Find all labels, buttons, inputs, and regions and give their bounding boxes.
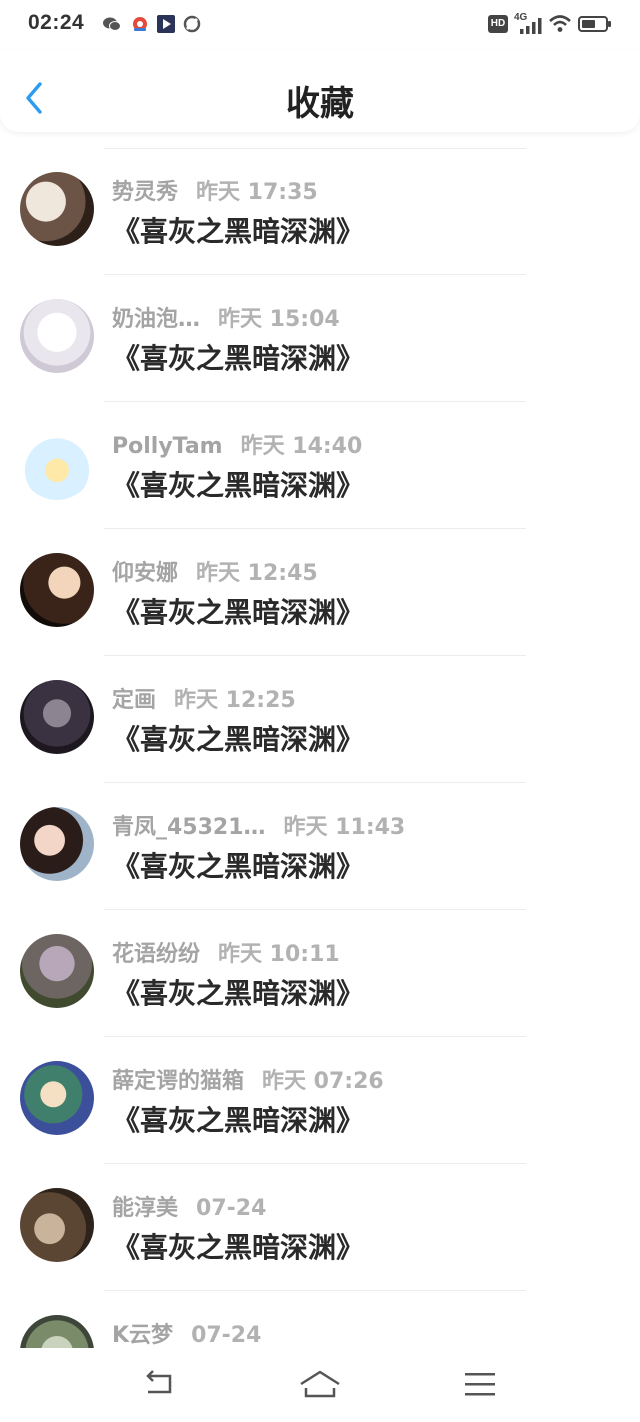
system-nav-bar [0, 1348, 640, 1422]
book-title[interactable]: 《喜灰之黑暗深渊》 [112, 464, 364, 504]
item-time: 昨天 07:26 [262, 1069, 384, 1094]
return-icon[interactable] [140, 1366, 180, 1402]
status-bar: 02:24 HD 4G [0, 0, 640, 50]
book-title[interactable]: 《喜灰之黑暗深渊》 [112, 1099, 364, 1139]
list-item[interactable]: 青凤_45321… 昨天 11:43 《喜灰之黑暗深渊》 [0, 783, 640, 910]
book-title[interactable]: 《喜灰之黑暗深渊》 [112, 972, 364, 1012]
item-time: 昨天 12:45 [196, 561, 318, 586]
page-header: 收藏 [0, 50, 640, 132]
item-time: 昨天 11:43 [283, 815, 406, 840]
user-name[interactable]: PollyTam [112, 434, 223, 459]
list-item[interactable]: K云梦 07-24 [0, 1291, 640, 1348]
user-name[interactable]: 势灵秀 [112, 180, 178, 205]
wifi-icon [549, 15, 571, 32]
list-item[interactable]: 奶油泡… 昨天 15:04 《喜灰之黑暗深渊》 [0, 275, 640, 402]
item-time: 07-24 [191, 1323, 262, 1348]
item-meta: 奶油泡… 昨天 15:04 [112, 301, 340, 333]
item-meta: 青凤_45321… 昨天 11:43 [112, 809, 405, 841]
item-time: 07-24 [196, 1196, 267, 1221]
avatar[interactable] [20, 680, 94, 754]
user-name[interactable]: 青凤_45321… [112, 815, 266, 840]
item-time: 昨天 14:40 [240, 434, 363, 459]
item-meta: 薛定谔的猫箱 昨天 07:26 [112, 1063, 384, 1095]
avatar[interactable] [20, 934, 94, 1008]
list-item[interactable]: 仰安娜 昨天 12:45 《喜灰之黑暗深渊》 [0, 529, 640, 656]
battery-icon [578, 16, 611, 32]
list-item[interactable]: 薛定谔的猫箱 昨天 07:26 《喜灰之黑暗深渊》 [0, 1037, 640, 1164]
status-time: 02:24 [28, 11, 85, 34]
item-time: 昨天 17:35 [196, 180, 318, 205]
list-item[interactable]: 能淳美 07-24 《喜灰之黑暗深渊》 [0, 1164, 640, 1291]
item-meta: K云梦 07-24 [112, 1317, 261, 1348]
hd-badge: HD [488, 15, 508, 33]
user-name[interactable]: 花语纷纷 [112, 942, 200, 967]
avatar[interactable] [20, 1188, 94, 1262]
item-time: 昨天 10:11 [218, 942, 340, 967]
item-meta: PollyTam 昨天 14:40 [112, 428, 362, 460]
sync-app-icon [183, 15, 201, 33]
user-name[interactable]: 定画 [112, 688, 156, 713]
home-icon[interactable] [298, 1366, 342, 1402]
avatar[interactable] [20, 1315, 94, 1348]
signal-icon [520, 18, 542, 34]
avatar[interactable] [20, 426, 94, 500]
avatar[interactable] [20, 172, 94, 246]
avatar[interactable] [20, 299, 94, 373]
book-title[interactable]: 《喜灰之黑暗深渊》 [112, 845, 364, 885]
list-item[interactable]: 定画 昨天 12:25 《喜灰之黑暗深渊》 [0, 656, 640, 783]
book-title[interactable]: 《喜灰之黑暗深渊》 [112, 210, 364, 250]
list-item[interactable]: 花语纷纷 昨天 10:11 《喜灰之黑暗深渊》 [0, 910, 640, 1037]
menu-icon[interactable] [462, 1366, 498, 1402]
user-name[interactable]: 能淳美 [112, 1196, 178, 1221]
item-meta: 仰安娜 昨天 12:45 [112, 555, 318, 587]
book-title[interactable]: 《喜灰之黑暗深渊》 [112, 1226, 364, 1266]
item-meta: 能淳美 07-24 [112, 1190, 266, 1222]
item-time: 昨天 15:04 [218, 307, 340, 332]
list-item[interactable]: PollyTam 昨天 14:40 《喜灰之黑暗深渊》 [0, 402, 640, 529]
item-time: 昨天 12:25 [174, 688, 296, 713]
book-title[interactable]: 《喜灰之黑暗深渊》 [112, 591, 364, 631]
app-red-icon [133, 17, 147, 31]
user-name[interactable]: 仰安娜 [112, 561, 178, 586]
book-title[interactable]: 《喜灰之黑暗深渊》 [112, 718, 364, 758]
item-meta: 势灵秀 昨天 17:35 [112, 174, 318, 206]
list-item[interactable]: 势灵秀 昨天 17:35 《喜灰之黑暗深渊》 [0, 148, 640, 275]
user-name[interactable]: 奶油泡… [112, 307, 200, 332]
avatar[interactable] [20, 807, 94, 881]
play-app-icon [157, 15, 175, 33]
wechat-icon [103, 17, 121, 31]
user-name[interactable]: 薛定谔的猫箱 [112, 1069, 244, 1094]
page-title: 收藏 [286, 84, 354, 124]
book-title[interactable]: 《喜灰之黑暗深渊》 [112, 337, 364, 377]
item-meta: 花语纷纷 昨天 10:11 [112, 936, 340, 968]
avatar[interactable] [20, 1061, 94, 1135]
item-meta: 定画 昨天 12:25 [112, 682, 296, 714]
user-name[interactable]: K云梦 [112, 1323, 173, 1348]
avatar[interactable] [20, 553, 94, 627]
favorites-list[interactable]: 势灵秀 昨天 17:35 《喜灰之黑暗深渊》 奶油泡… 昨天 15:04 《喜灰之黑暗深渊… [0, 132, 640, 1348]
